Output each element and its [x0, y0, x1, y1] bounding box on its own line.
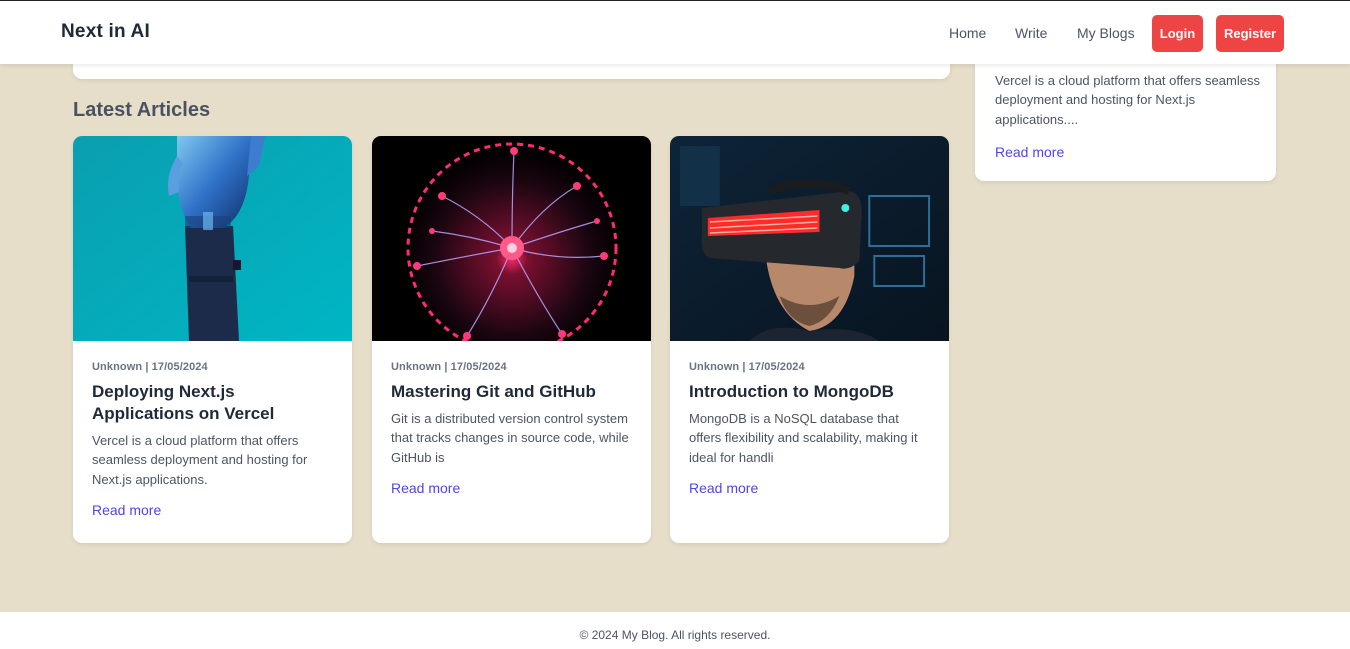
vr-headset-image [670, 136, 949, 341]
plasma-ball-image [372, 136, 651, 341]
article-title[interactable]: Mastering Git and GitHub [391, 381, 632, 403]
footer: © 2024 My Blog. All rights reserved. [0, 612, 1350, 649]
article-meta: Unknown | 17/05/2024 [391, 361, 507, 373]
nav-link-home[interactable]: Home [949, 25, 986, 41]
section-title: Latest Articles [73, 99, 211, 121]
read-more-link[interactable]: Read more [391, 480, 460, 496]
sidebar-read-more-link[interactable]: Read more [995, 144, 1064, 160]
read-more-link[interactable]: Read more [92, 502, 161, 518]
login-button[interactable]: Login [1152, 15, 1203, 52]
article-title[interactable]: Deploying Next.js Applications on Vercel [92, 381, 333, 425]
article-meta: Unknown | 17/05/2024 [689, 361, 805, 373]
navbar: Next in AI Home Write My Blogs Login Reg… [0, 0, 1350, 64]
brand-logo-link[interactable]: Next in AI [61, 21, 150, 43]
article-excerpt: Vercel is a cloud platform that offers s… [92, 433, 308, 487]
article-meta: Unknown | 17/05/2024 [92, 361, 208, 373]
sidebar-article-excerpt: Vercel is a cloud platform that offers s… [995, 73, 1260, 127]
read-more-link[interactable]: Read more [689, 480, 758, 496]
article-card[interactable]: Unknown | 17/05/2024 Deploying Next.js A… [73, 136, 352, 543]
nav-link-write[interactable]: Write [1015, 25, 1047, 41]
article-excerpt: MongoDB is a NoSQL database that offers … [689, 411, 918, 465]
article-card[interactable]: Unknown | 17/05/2024 Mastering Git and G… [372, 136, 651, 543]
article-title[interactable]: Introduction to MongoDB [689, 381, 930, 403]
nav-link-my-blogs[interactable]: My Blogs [1077, 25, 1135, 41]
article-excerpt: Git is a distributed version control sys… [391, 411, 629, 465]
footer-copyright: © 2024 My Blog. All rights reserved. [579, 628, 771, 642]
robot-hand-image [73, 136, 352, 341]
article-card[interactable]: Unknown | 17/05/2024 Introduction to Mon… [670, 136, 949, 543]
register-button[interactable]: Register [1216, 15, 1284, 52]
